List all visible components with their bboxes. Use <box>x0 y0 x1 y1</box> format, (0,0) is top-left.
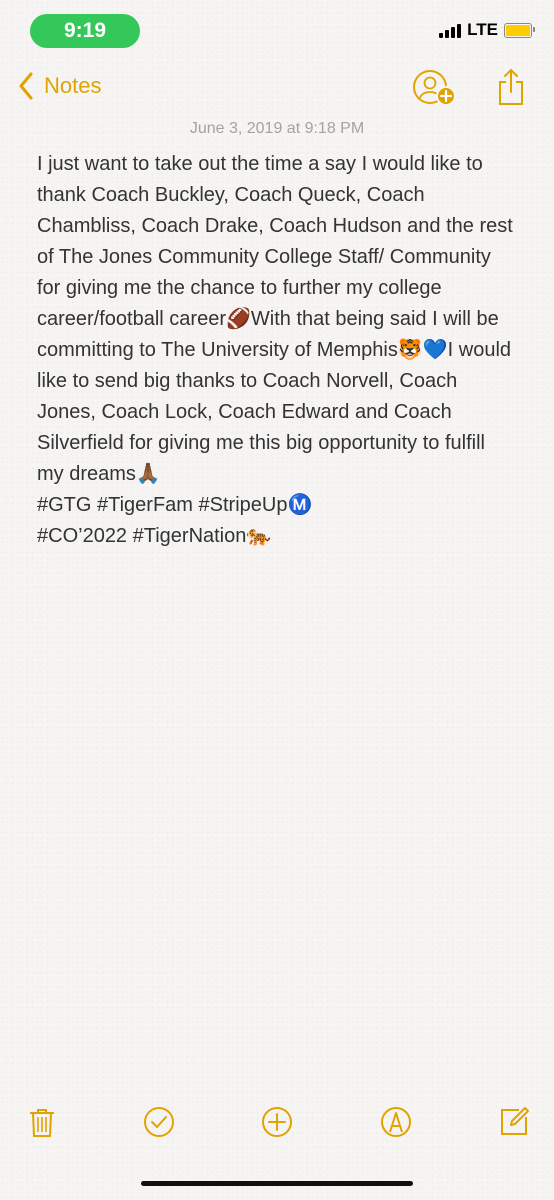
share-button[interactable] <box>496 68 526 106</box>
back-button[interactable]: Notes <box>18 72 101 100</box>
add-button[interactable] <box>255 1100 299 1144</box>
add-person-icon <box>413 70 456 106</box>
status-indicators: LTE <box>439 20 535 40</box>
share-icon <box>499 69 523 105</box>
markup-button[interactable] <box>374 1100 418 1144</box>
checklist-icon <box>144 1107 174 1137</box>
bottom-toolbar <box>0 1100 554 1150</box>
network-type: LTE <box>467 20 498 39</box>
status-bar: 9:19 LTE <box>0 0 554 60</box>
trash-icon <box>30 1109 54 1137</box>
note-date: June 3, 2019 at 9:18 PM <box>189 120 365 137</box>
battery-level <box>506 24 530 36</box>
battery-icon <box>504 22 535 38</box>
delete-button[interactable] <box>20 1100 64 1144</box>
note-body[interactable]: I just want to take out the time a say I… <box>37 149 517 552</box>
chevron-left-icon <box>19 72 33 100</box>
add-icon <box>262 1107 292 1137</box>
signal-icon <box>439 22 462 38</box>
markup-icon <box>381 1107 411 1137</box>
home-indicator[interactable] <box>141 1181 413 1186</box>
checklist-button[interactable] <box>137 1100 181 1144</box>
compose-button[interactable] <box>492 1100 536 1144</box>
back-label: Notes <box>44 73 102 98</box>
compose-icon <box>501 1107 529 1135</box>
add-person-button[interactable] <box>412 68 458 108</box>
navigation-bar: Notes <box>0 66 554 112</box>
status-time[interactable]: 9:19 <box>30 14 140 48</box>
